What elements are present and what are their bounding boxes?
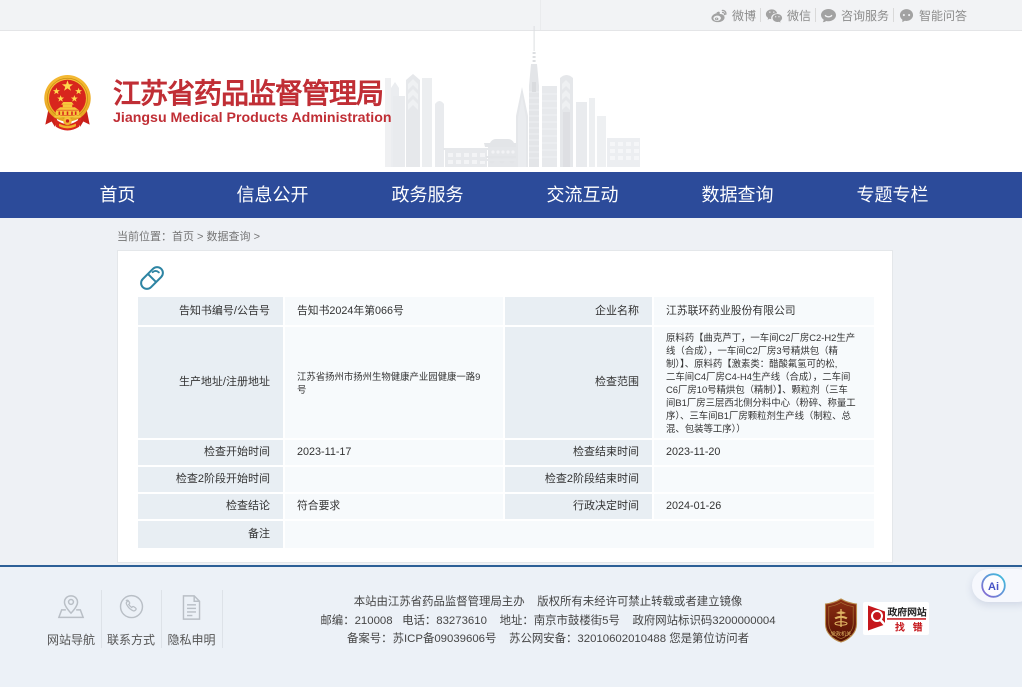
svg-text:党政机关: 党政机关 [831,630,852,638]
svg-text:找错: 找错 [895,621,929,634]
svg-text:政府网站: 政府网站 [888,606,927,619]
svg-text:Ai: Ai [988,581,999,593]
